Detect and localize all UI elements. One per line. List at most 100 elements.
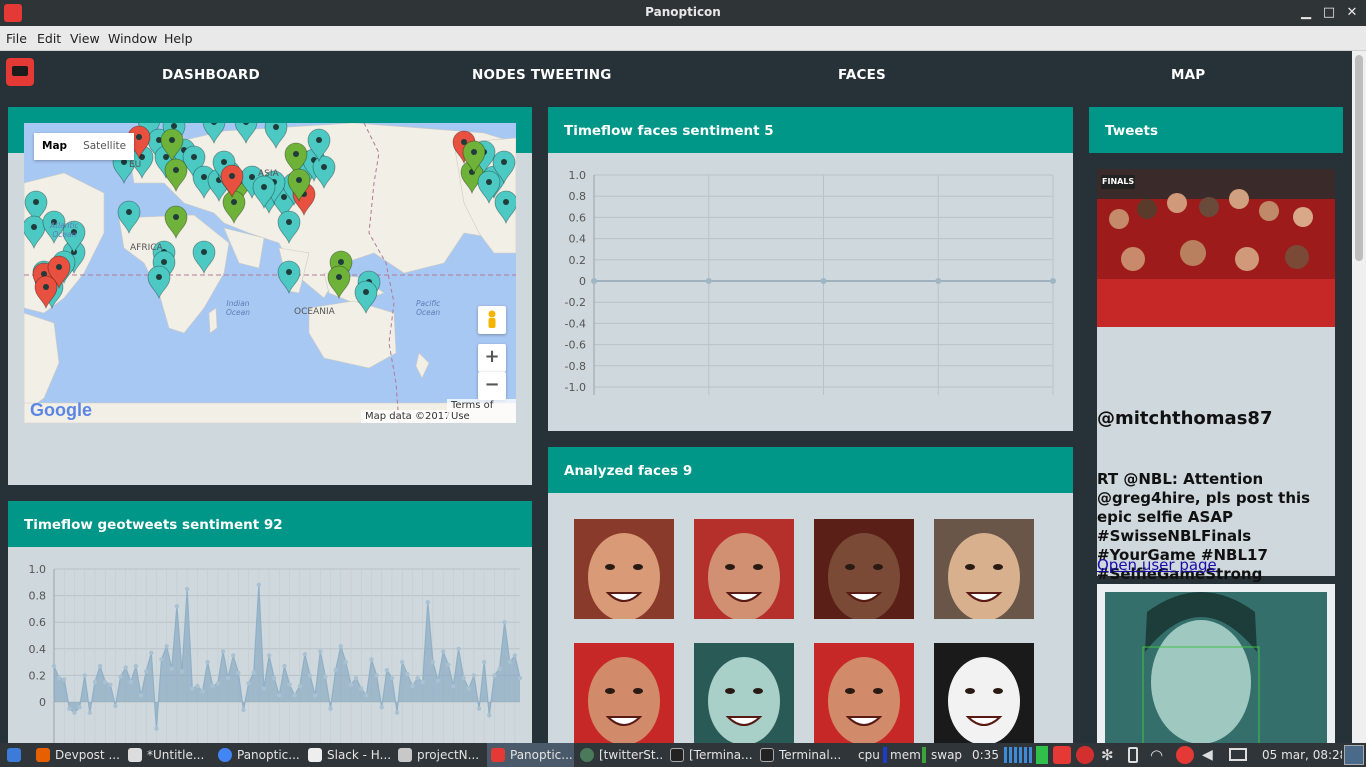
data-point <box>328 706 333 711</box>
zoom-in-button[interactable]: + <box>478 344 506 372</box>
map-type-map-button[interactable]: Map <box>34 133 75 160</box>
data-point <box>261 686 267 691</box>
tweet-item-2 <box>1097 584 1335 751</box>
clock[interactable]: 05 mar, 08:28 <box>1262 743 1342 767</box>
minimize-button[interactable]: ▁ <box>1296 3 1316 23</box>
panopticon-tray-icon[interactable] <box>1053 746 1071 764</box>
open-user-page-link[interactable]: Open user page <box>1097 556 1217 574</box>
face-2[interactable] <box>694 519 794 619</box>
tweets-card: Tweets FINALS @mitchthomas87 RT @NBL: At… <box>1089 107 1343 751</box>
land-new-zealand <box>415 352 430 379</box>
tweet-image[interactable]: FINALS <box>1097 169 1335 327</box>
face-3[interactable] <box>814 519 914 619</box>
task-untitled[interactable]: *Untitle... <box>128 743 212 767</box>
face-eye <box>965 564 975 570</box>
face-skin <box>828 657 900 743</box>
face-eye <box>753 688 763 694</box>
nav-dashboard[interactable]: DASHBOARD <box>162 67 260 83</box>
face-eye <box>633 564 643 570</box>
data-point <box>297 683 303 689</box>
data-point <box>379 705 384 710</box>
mail-app-tray-icon[interactable] <box>1076 746 1094 764</box>
firefox-icon <box>36 748 50 762</box>
envelope-tray-icon[interactable] <box>1229 748 1247 761</box>
data-point <box>200 689 205 694</box>
task-twitter-stream[interactable]: [twitterSt... <box>580 743 664 767</box>
terminal-icon <box>760 748 774 762</box>
settings-tray-icon[interactable]: ✻ <box>1101 746 1119 764</box>
start-menu-button[interactable] <box>2 743 26 767</box>
face-eye <box>725 564 735 570</box>
data-point <box>502 620 507 625</box>
panopticon-logo[interactable] <box>6 58 34 86</box>
data-point <box>338 643 343 649</box>
map-marker-dot <box>43 284 49 290</box>
face-skin <box>708 533 780 619</box>
face-eye <box>753 564 763 570</box>
face-5[interactable] <box>574 643 674 743</box>
task-terminal-2[interactable]: Terminal... <box>760 743 846 767</box>
blocked-tray-icon[interactable] <box>1176 746 1194 764</box>
terms-of-use-link[interactable]: Terms of Use <box>447 399 516 423</box>
scrollbar-thumb[interactable] <box>1355 55 1363 261</box>
face-8[interactable] <box>934 643 1034 743</box>
menu-file[interactable]: File <box>6 31 27 46</box>
map-marker-dot <box>286 269 292 275</box>
data-point <box>87 710 93 715</box>
task-slack[interactable]: Slack - H... <box>308 743 392 767</box>
map-canvas <box>24 123 516 423</box>
power-tray-icon[interactable] <box>1128 747 1138 763</box>
geo-sentiment-chart: 1.0 0.8 0.6 0.4 0.2 0 <box>29 563 523 751</box>
task-project-folder[interactable]: projectN... <box>398 743 482 767</box>
face-6[interactable] <box>694 643 794 743</box>
nav-map[interactable]: MAP <box>1171 67 1205 83</box>
zoom-out-button[interactable]: − <box>478 372 506 400</box>
data-point <box>318 649 323 654</box>
tweet-image-2[interactable] <box>1105 592 1327 751</box>
face-photo <box>814 519 914 619</box>
task-panopticon-chrome[interactable]: Panoptic... <box>218 743 302 767</box>
tweet-item: FINALS @mitchthomas87 RT @NBL: Attention… <box>1097 169 1335 602</box>
data-point <box>225 675 231 681</box>
menu-view[interactable]: View <box>70 31 100 46</box>
map-label-africa: AFRICA <box>130 243 163 253</box>
face-4[interactable] <box>934 519 1034 619</box>
task-label: Panoptic... <box>237 748 300 762</box>
nav-faces[interactable]: FACES <box>838 67 886 83</box>
volume-tray-icon[interactable]: ◀ <box>1202 746 1220 764</box>
data-point <box>154 726 159 731</box>
task-label: Devpost ... <box>55 748 120 762</box>
nav-nodes-tweeting[interactable]: NODES TWEETING <box>472 67 612 83</box>
data-point <box>705 278 712 284</box>
task-devpost[interactable]: Devpost ... <box>36 743 122 767</box>
data-point <box>277 693 282 698</box>
world-map[interactable]: Map Satellite ASIA AFRICA OCEANIA Atlant… <box>24 123 516 423</box>
face-1[interactable] <box>574 519 674 619</box>
y-tick-label: 0.6 <box>569 211 587 224</box>
close-button[interactable]: ✕ <box>1342 3 1362 23</box>
task-terminal-1[interactable]: [Termina... <box>670 743 754 767</box>
map-marker-dot <box>296 177 302 183</box>
face-photo <box>574 519 674 619</box>
menu-edit[interactable]: Edit <box>37 31 61 46</box>
task-label: Slack - H... <box>327 748 392 762</box>
data-point <box>103 679 108 685</box>
face-7[interactable] <box>814 643 914 743</box>
map-marker-dot <box>126 209 132 215</box>
menu-window[interactable]: Window <box>108 31 157 46</box>
show-desktop-button[interactable] <box>1344 745 1364 765</box>
cpu-meter <box>883 747 887 763</box>
task-panopticon-active[interactable]: Panoptic... <box>487 743 574 767</box>
wifi-tray-icon[interactable]: ◠ <box>1150 746 1170 764</box>
street-view-pegman[interactable] <box>478 306 506 334</box>
menu-help[interactable]: Help <box>164 31 193 46</box>
map-type-satellite-button[interactable]: Satellite <box>75 133 134 160</box>
data-point <box>184 586 190 592</box>
face-eye <box>993 564 1003 570</box>
data-point <box>364 693 369 698</box>
page-scrollbar[interactable] <box>1352 51 1366 743</box>
face-photo <box>694 519 794 619</box>
load-label: 0:35 <box>972 748 999 762</box>
maximize-button[interactable]: □ <box>1319 3 1339 23</box>
faces-sentiment-card-title: Timeflow faces sentiment 5 <box>548 107 1073 153</box>
